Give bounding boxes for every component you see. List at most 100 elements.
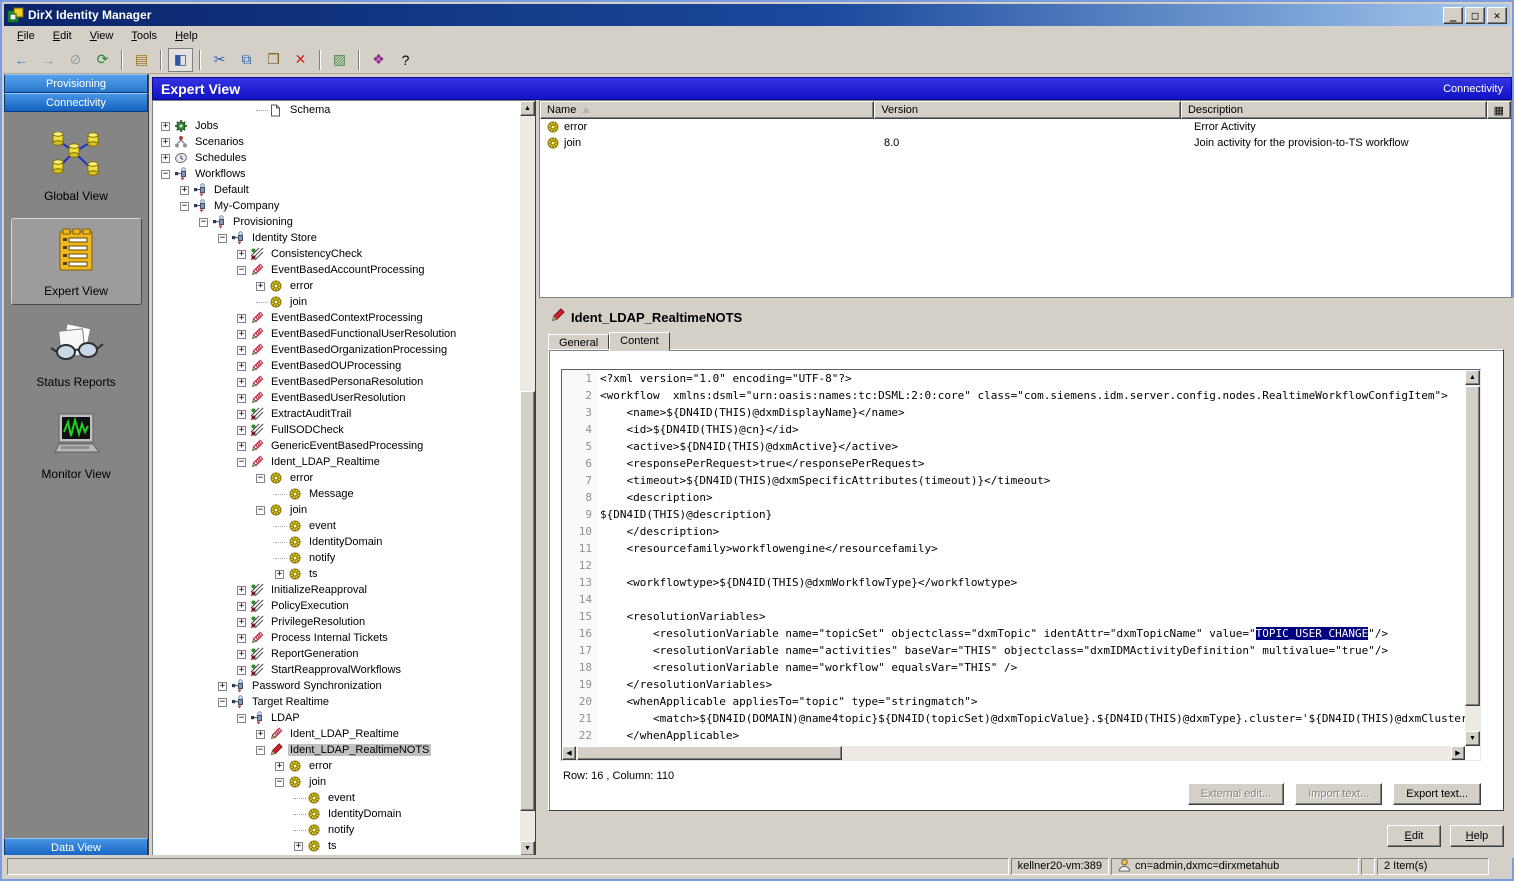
reference-book-icon[interactable]: ❖	[366, 48, 391, 72]
refresh-icon[interactable]: ⟳	[90, 48, 115, 72]
tree-node-initializereapproval[interactable]: +InitializeReapproval	[153, 582, 520, 598]
scrollbar-thumb[interactable]	[1465, 386, 1480, 706]
tree-node-scenarios[interactable]: +Scenarios	[153, 134, 520, 150]
expand-icon[interactable]: +	[237, 618, 246, 627]
expand-icon[interactable]: +	[275, 570, 284, 579]
expand-icon[interactable]: +	[237, 346, 246, 355]
tree-node-event[interactable]: event	[153, 790, 520, 806]
tree-node-join[interactable]: −join	[153, 502, 520, 518]
tree-node-error[interactable]: +error	[153, 278, 520, 294]
column-header-description[interactable]: Description	[1181, 101, 1487, 119]
edit-button[interactable]: Edit	[1387, 825, 1441, 847]
tree-node-eventbaseduserresolution[interactable]: +EventBasedUserResolution	[153, 390, 520, 406]
tree-node-startreapprovalworkflows[interactable]: +StartReapprovalWorkflows	[153, 662, 520, 678]
tree-node-eventbasedaccountprocessing[interactable]: −EventBasedAccountProcessing	[153, 262, 520, 278]
delete-icon[interactable]: ✕	[288, 48, 313, 72]
tree-node-target-realtime[interactable]: −Target Realtime	[153, 694, 520, 710]
menu-help[interactable]: Help	[166, 28, 207, 44]
scrollbar-thumb[interactable]	[577, 746, 842, 760]
tree-node-schema[interactable]: Schema	[153, 102, 520, 118]
tree-vertical-scrollbar[interactable]: ▲ ▼	[520, 101, 535, 856]
tree-node-event[interactable]: event	[153, 518, 520, 534]
tree-node-join[interactable]: −join	[153, 774, 520, 790]
collapse-icon[interactable]: −	[256, 474, 265, 483]
scroll-up-icon[interactable]: ▲	[1465, 370, 1480, 385]
collapse-icon[interactable]: −	[161, 170, 170, 179]
expand-icon[interactable]: +	[237, 602, 246, 611]
sidebar-view-expert-view[interactable]: Expert View	[11, 218, 142, 305]
column-header-version[interactable]: Version	[874, 101, 1181, 119]
tree-node-ident-ldap-realtime[interactable]: −Ident_LDAP_Realtime	[153, 454, 520, 470]
validate-icon[interactable]: ▨	[327, 48, 352, 72]
paste-icon[interactable]: ❒	[261, 48, 286, 72]
expand-icon[interactable]: +	[237, 442, 246, 451]
collapse-icon[interactable]: −	[199, 218, 208, 227]
scroll-down-icon[interactable]: ▼	[520, 841, 535, 856]
expand-icon[interactable]: +	[237, 586, 246, 595]
table-row-join[interactable]: join8.0Join activity for the provision-t…	[540, 135, 1511, 151]
editor-code[interactable]: <?xml version="1.0" encoding="UTF-8"?><w…	[600, 370, 1465, 746]
minimize-button[interactable]: _	[1443, 7, 1463, 24]
export-text-button[interactable]: Export text...	[1393, 783, 1481, 805]
sidebar-view-monitor-view[interactable]: Monitor View	[11, 404, 142, 487]
expand-icon[interactable]: +	[294, 842, 303, 851]
tree-node-ts[interactable]: +ts	[153, 566, 520, 582]
scroll-down-icon[interactable]: ▼	[1465, 731, 1480, 746]
expand-icon[interactable]: +	[237, 666, 246, 675]
context-help-icon[interactable]: ?	[393, 48, 418, 72]
expand-icon[interactable]: +	[218, 682, 227, 691]
expand-icon[interactable]: +	[161, 138, 170, 147]
column-chooser-button[interactable]: ▦	[1487, 101, 1511, 119]
expand-icon[interactable]: +	[237, 650, 246, 659]
tree-node-ident-ldap-realtime[interactable]: +Ident_LDAP_Realtime	[153, 726, 520, 742]
tree-node-identitydomain[interactable]: IdentityDomain	[153, 534, 520, 550]
scroll-up-icon[interactable]: ▲	[520, 101, 535, 116]
collapse-icon[interactable]: −	[180, 202, 189, 211]
expand-icon[interactable]: +	[237, 378, 246, 387]
tree-node-eventbasedpersonaresolution[interactable]: +EventBasedPersonaResolution	[153, 374, 520, 390]
close-button[interactable]: ✕	[1487, 7, 1507, 24]
tree-node-jobs[interactable]: +Jobs	[153, 118, 520, 134]
collapse-icon[interactable]: −	[218, 698, 227, 707]
tree-node-ident-ldap-realtimenots[interactable]: −Ident_LDAP_RealtimeNOTS	[153, 742, 520, 758]
expand-icon[interactable]: +	[237, 314, 246, 323]
tree-node-ldap[interactable]: −LDAP	[153, 710, 520, 726]
expand-icon[interactable]: +	[256, 730, 265, 739]
menu-file[interactable]: File	[8, 28, 44, 44]
toggle-panel-icon[interactable]: ◧	[168, 48, 193, 72]
editor-vertical-scrollbar[interactable]: ▲ ▼	[1465, 370, 1480, 746]
collapse-icon[interactable]: −	[237, 266, 246, 275]
tree-node-notify[interactable]: notify	[153, 550, 520, 566]
tree-node-extractaudittrail[interactable]: +ExtractAuditTrail	[153, 406, 520, 422]
title-bar[interactable]: DirX Identity Manager _ □ ✕	[4, 4, 1510, 26]
cut-icon[interactable]: ✂	[207, 48, 232, 72]
sidebar-tab-connectivity[interactable]: Connectivity	[4, 93, 148, 112]
expand-icon[interactable]: +	[180, 186, 189, 195]
expand-icon[interactable]: +	[237, 634, 246, 643]
tree-node-my-company[interactable]: −My-Company	[153, 198, 520, 214]
tree-node-identitydomain[interactable]: IdentityDomain	[153, 806, 520, 822]
tree-node-ts[interactable]: +ts	[153, 838, 520, 854]
tree-node-privilegeresolution[interactable]: +PrivilegeResolution	[153, 614, 520, 630]
xml-editor[interactable]: 12345678910111213141516171819202122 <?xm…	[561, 369, 1481, 761]
scrollbar-thumb[interactable]	[520, 391, 535, 811]
tree-node-process-internal-tickets[interactable]: +Process Internal Tickets	[153, 630, 520, 646]
copy-icon[interactable]: ⧉	[234, 48, 259, 72]
expand-icon[interactable]: +	[161, 122, 170, 131]
collapse-icon[interactable]: −	[256, 746, 265, 755]
tree-node-error[interactable]: −error	[153, 470, 520, 486]
forward-icon[interactable]: →	[36, 48, 61, 72]
stop-icon[interactable]: ⊘	[63, 48, 88, 72]
tree-node-notify[interactable]: notify	[153, 822, 520, 838]
sidebar-tab-provisioning[interactable]: Provisioning	[4, 74, 148, 93]
expand-icon[interactable]: +	[237, 362, 246, 371]
tree-node-password-synchronization[interactable]: +Password Synchronization	[153, 678, 520, 694]
import-text-button[interactable]: Import text...	[1295, 783, 1382, 805]
collapse-icon[interactable]: −	[256, 506, 265, 515]
expand-icon[interactable]: +	[237, 426, 246, 435]
menu-edit[interactable]: Edit	[44, 28, 81, 44]
external-edit-button[interactable]: External edit...	[1188, 783, 1284, 805]
tree-node-fullsodcheck[interactable]: +FullSODCheck	[153, 422, 520, 438]
collapse-icon[interactable]: −	[218, 234, 227, 243]
tree-node-join[interactable]: join	[153, 294, 520, 310]
